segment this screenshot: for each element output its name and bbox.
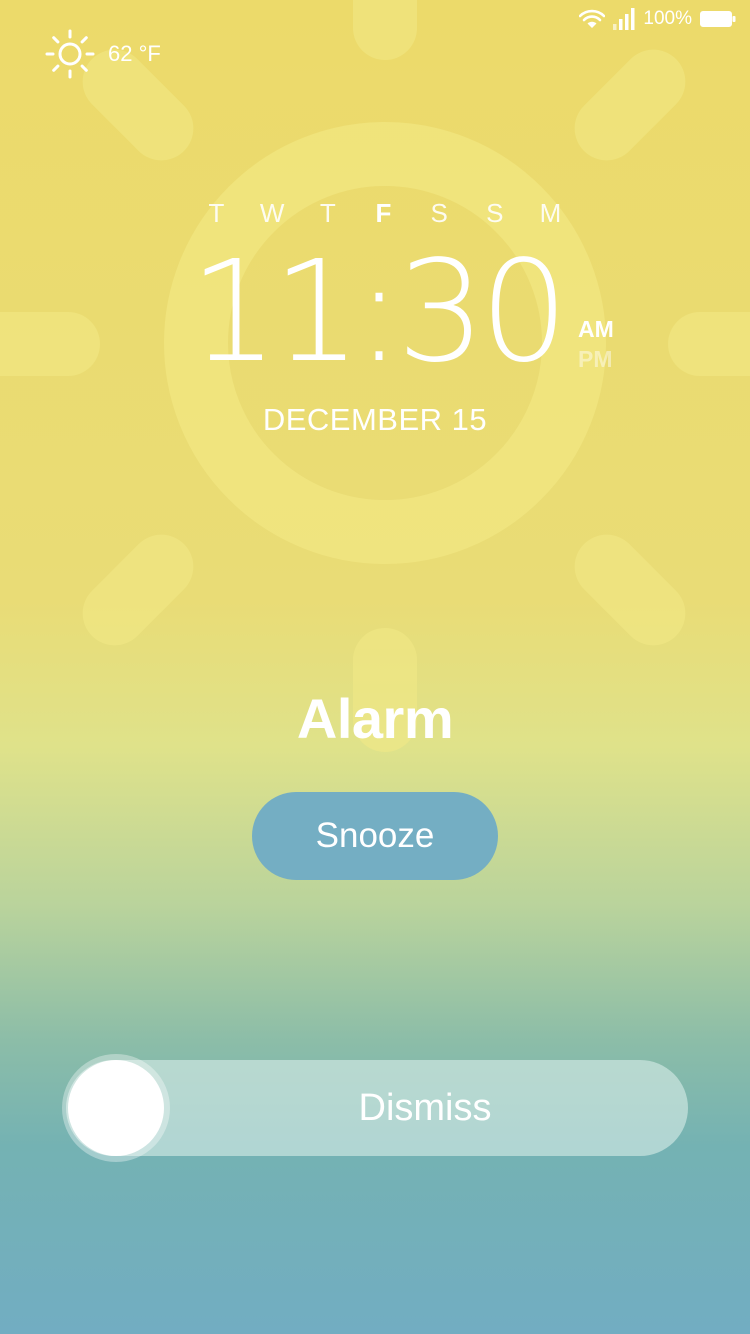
weekday: M (539, 198, 563, 228)
weekday: S (486, 198, 505, 228)
am-label: AM (578, 316, 614, 342)
weekday: T (208, 198, 226, 228)
date-label: DECEMBER 15 (262, 402, 488, 437)
weekday-current: F (375, 198, 393, 228)
am-pm-indicator: AM PM (578, 314, 614, 374)
alarm-title: Alarm (296, 687, 454, 750)
battery-icon (700, 11, 736, 27)
weekday-row: T W T F S S M (190, 198, 578, 229)
status-bar: 100% (579, 6, 736, 32)
slider-knob (68, 1060, 164, 1156)
weekday: S (430, 198, 449, 228)
dismiss-label: Dismiss (358, 1087, 492, 1129)
clock-time: 11:30 (189, 231, 568, 394)
weekday: T (319, 198, 337, 228)
battery-percentage: 100% (643, 8, 692, 29)
weekday: W (259, 198, 286, 228)
temperature: 62 °F (108, 41, 161, 66)
dismiss-slider-handle[interactable] (62, 1054, 170, 1162)
snooze-button[interactable]: Snooze (252, 792, 498, 880)
sun-icon (45, 29, 95, 79)
weather-widget: 62 °F (44, 28, 161, 80)
signal-icon (613, 8, 635, 30)
pm-label: PM (578, 346, 613, 372)
wifi-icon (579, 9, 606, 28)
